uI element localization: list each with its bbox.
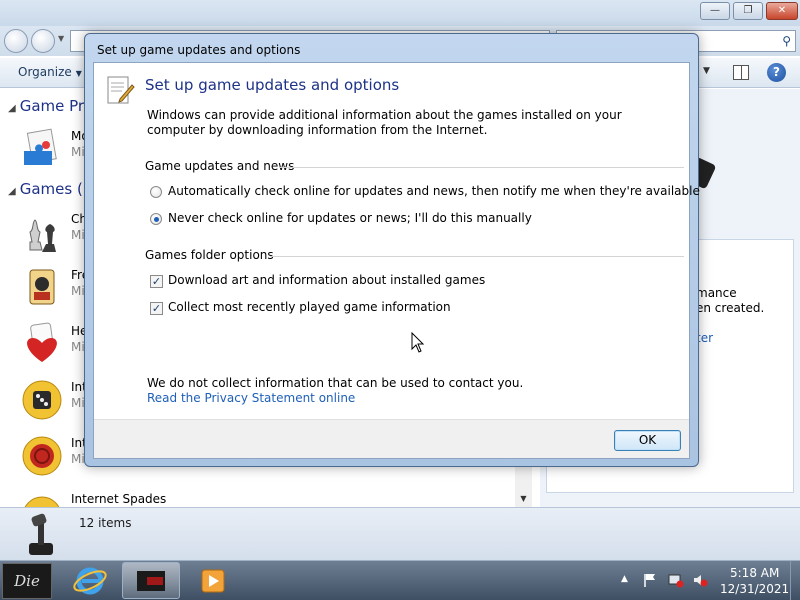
organize-button[interactable]: Organize ▼ bbox=[18, 65, 82, 79]
checkbox-label[interactable]: Download art and information about insta… bbox=[168, 273, 485, 287]
dialog-body: Set up game updates and options Windows … bbox=[93, 62, 700, 459]
section-divider bbox=[270, 256, 684, 257]
joystick-icon bbox=[29, 513, 53, 555]
dialog-title: Set up game updates and options bbox=[97, 43, 301, 57]
privacy-notice: We do not collect information that can b… bbox=[147, 376, 524, 390]
item-publisher: Mi bbox=[71, 452, 85, 466]
organize-label: Organize bbox=[18, 65, 72, 79]
details-bar: 12 items bbox=[0, 507, 800, 560]
item-publisher: Mi bbox=[71, 340, 85, 354]
item-publisher: Mi bbox=[71, 145, 85, 159]
group-label: Game Pro bbox=[19, 97, 93, 115]
explorer-titlebar: — ❐ ✕ bbox=[0, 0, 800, 26]
group-label: Games (1 bbox=[19, 180, 93, 198]
freecell-icon bbox=[29, 269, 55, 305]
item-publisher: Mi bbox=[71, 228, 85, 242]
settings-document-icon bbox=[107, 76, 135, 104]
show-desktop-button[interactable] bbox=[790, 561, 800, 600]
media-player-icon[interactable] bbox=[192, 564, 232, 598]
help-icon[interactable]: ? bbox=[767, 63, 786, 82]
preview-pane-icon[interactable] bbox=[733, 65, 749, 80]
checkbox-checked[interactable]: ✓ bbox=[150, 275, 163, 288]
maximize-button[interactable]: ❐ bbox=[733, 2, 763, 20]
radio-button-selected[interactable] bbox=[150, 213, 162, 225]
dialog-heading: Set up game updates and options bbox=[145, 76, 400, 94]
details-text: mance bbox=[696, 286, 737, 300]
item-publisher: Mi bbox=[71, 284, 85, 298]
checkbox-label[interactable]: Collect most recently played game inform… bbox=[168, 300, 451, 314]
item-publisher: Mi bbox=[71, 396, 85, 410]
section-label-folder: Games folder options bbox=[145, 248, 274, 262]
forward-button[interactable] bbox=[31, 29, 55, 53]
section-label-updates: Game updates and news bbox=[145, 159, 295, 173]
dialog-footer: OK bbox=[94, 419, 689, 458]
volume-muted-icon[interactable] bbox=[692, 572, 708, 588]
section-divider bbox=[280, 167, 684, 168]
start-button[interactable]: Die bbox=[2, 563, 52, 599]
dialog-intro-text: Windows can provide additional informati… bbox=[147, 108, 622, 137]
back-button[interactable] bbox=[4, 29, 28, 53]
chevron-down-icon: ▼ bbox=[75, 69, 82, 78]
item-count: 12 items bbox=[79, 516, 132, 530]
internet-backgammon-icon bbox=[22, 380, 62, 420]
taskbar: Die ▲ 5:18 AM 12/31/2021 bbox=[0, 560, 800, 600]
clock-time[interactable]: 5:18 AM bbox=[730, 566, 779, 580]
games-folder-icon bbox=[137, 571, 165, 591]
collapse-icon: ◢ bbox=[8, 103, 16, 114]
radio-label[interactable]: Automatically check online for updates a… bbox=[168, 184, 700, 198]
group-header-game-providers[interactable]: ◢ Game Pro bbox=[8, 97, 93, 115]
group-header-games[interactable]: ◢ Games (1 bbox=[8, 180, 92, 198]
radio-button[interactable] bbox=[150, 186, 162, 198]
recent-pages-dropdown-icon[interactable]: ▼ bbox=[58, 34, 64, 43]
scroll-down-arrow-icon[interactable]: ▼ bbox=[515, 490, 532, 507]
network-icon[interactable] bbox=[668, 572, 684, 588]
mouse-cursor-icon bbox=[411, 332, 425, 353]
checkbox-checked[interactable]: ✓ bbox=[150, 302, 163, 315]
game-updates-dialog: Set up game updates and options Set up g… bbox=[84, 33, 700, 467]
minimize-button[interactable]: — bbox=[700, 2, 730, 20]
clock-date[interactable]: 12/31/2021 bbox=[720, 582, 789, 596]
privacy-statement-link[interactable]: Read the Privacy Statement online bbox=[147, 391, 355, 405]
radio-label[interactable]: Never check online for updates or news; … bbox=[168, 211, 532, 225]
show-hidden-icons-icon[interactable]: ▲ bbox=[621, 574, 628, 584]
puzzle-game-icon bbox=[24, 128, 57, 165]
chess-icon bbox=[29, 219, 56, 252]
details-text: en created. bbox=[696, 301, 765, 315]
internet-checkers-icon bbox=[22, 436, 62, 476]
internet-explorer-icon[interactable] bbox=[70, 564, 110, 598]
close-button[interactable]: ✕ bbox=[766, 2, 798, 20]
action-center-flag-icon[interactable] bbox=[642, 572, 658, 588]
hearts-icon bbox=[27, 322, 57, 362]
search-icon[interactable]: ⚲ bbox=[782, 34, 791, 48]
item-name: Internet Spades bbox=[71, 492, 167, 506]
ok-button[interactable]: OK bbox=[614, 430, 681, 451]
taskbar-games-explorer[interactable] bbox=[122, 562, 180, 599]
collapse-icon: ◢ bbox=[8, 186, 16, 197]
view-dropdown-icon[interactable]: ▼ bbox=[703, 66, 710, 76]
